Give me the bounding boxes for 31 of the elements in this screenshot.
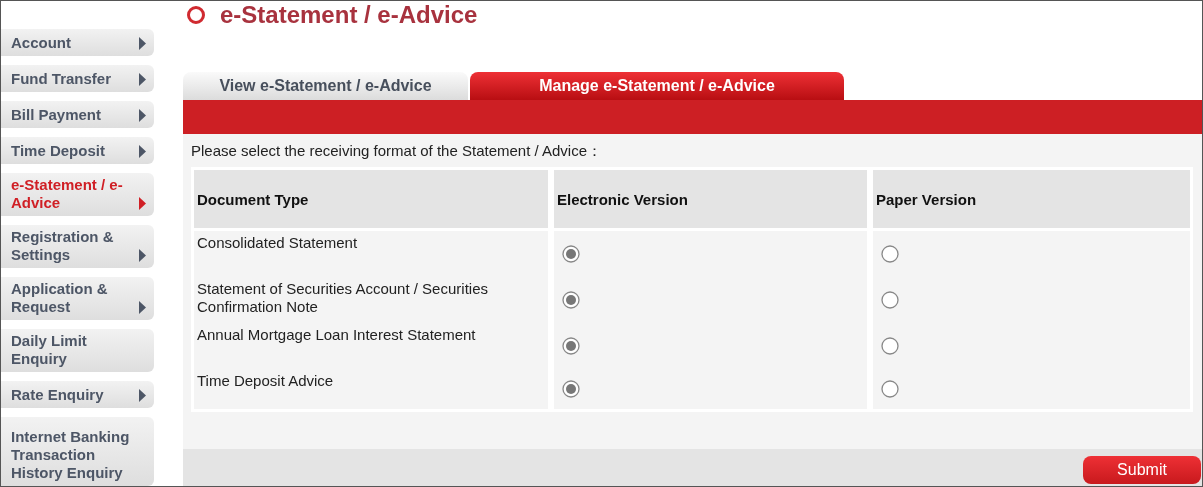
column-header: Electronic Version <box>554 170 867 228</box>
radio-button[interactable] <box>562 337 580 355</box>
radio-button[interactable] <box>881 291 899 309</box>
instruction-text: Please select the receiving format of the Statement / Advice： <box>191 142 604 161</box>
circle-icon <box>186 5 206 25</box>
sidebar-item[interactable]: Fund Transfer <box>1 65 154 92</box>
radio-button[interactable] <box>562 291 580 309</box>
column-header: Document Type <box>194 170 548 228</box>
table-cell: Consolidated Statement <box>194 231 548 277</box>
sidebar-item[interactable]: Time Deposit <box>1 137 154 164</box>
sidebar-item[interactable]: Account <box>1 29 154 56</box>
table-cell: Time Deposit Advice <box>194 369 548 409</box>
radio-button[interactable] <box>881 337 899 355</box>
sidebar-item[interactable]: Application & Request <box>1 277 154 320</box>
sidebar-item[interactable]: e-Statement / e-Advice <box>1 173 154 216</box>
column-header: Paper Version <box>873 170 1190 228</box>
sidebar-item[interactable]: Bill Payment <box>1 101 154 128</box>
sidebar-item[interactable]: Daily Limit Enquiry <box>1 329 154 372</box>
tab[interactable]: Manage e-Statement / e-Advice <box>470 72 844 100</box>
table-cell: Statement of Securities Account / Securities Confirmation Note <box>194 277 548 323</box>
radio-button[interactable] <box>562 380 580 398</box>
radio-button[interactable] <box>881 245 899 263</box>
tab[interactable]: View e-Statement / e-Advice <box>183 72 468 100</box>
submit-button[interactable]: Submit <box>1083 456 1201 484</box>
page-title: e-Statement / e-Advice <box>220 1 478 29</box>
sidebar-item[interactable]: Rate Enquiry <box>1 381 154 408</box>
radio-button[interactable] <box>881 380 899 398</box>
sidebar-item[interactable]: Internet Banking Transaction History Enquiry <box>1 417 154 486</box>
sidebar-item[interactable]: Registration & Settings <box>1 225 154 268</box>
radio-button[interactable] <box>562 245 580 263</box>
table-cell: Annual Mortgage Loan Interest Statement <box>194 323 548 369</box>
